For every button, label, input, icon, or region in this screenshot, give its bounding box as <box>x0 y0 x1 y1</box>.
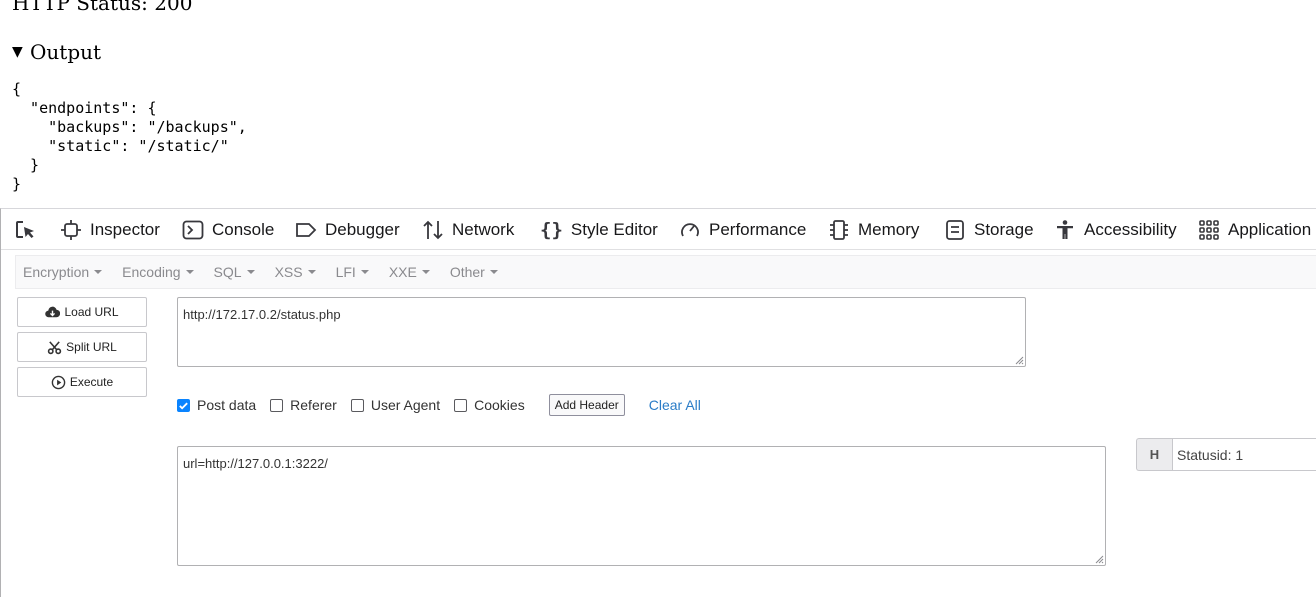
custom-header-group: H <box>1136 438 1316 471</box>
execute-button[interactable]: Execute <box>17 367 147 397</box>
url-textarea[interactable]: http://172.17.0.2/status.php <box>177 297 1026 367</box>
storage-icon <box>946 219 964 240</box>
add-header-button[interactable]: Add Header <box>548 394 625 416</box>
split-url-label: Split URL <box>66 340 117 354</box>
split-url-button[interactable]: Split URL <box>17 332 147 362</box>
tab-style-editor-label: Style Editor <box>570 219 658 239</box>
checkbox-unchecked-icon <box>270 398 284 412</box>
debugger-icon <box>296 222 317 237</box>
menu-xxe-label: XXE <box>388 264 417 280</box>
tab-network[interactable]: Network <box>422 209 514 250</box>
menu-encoding[interactable]: Encoding <box>122 264 194 280</box>
caret-down-icon <box>94 270 103 274</box>
menu-xxe[interactable]: XXE <box>389 264 430 280</box>
tab-console[interactable]: Console <box>182 209 274 250</box>
menu-lfi-label: LFI <box>335 264 356 280</box>
memory-icon <box>830 219 848 240</box>
tab-inspector[interactable]: Inspector <box>60 209 160 250</box>
menu-other-label: Other <box>449 264 485 280</box>
menu-xss-label: XSS <box>274 264 303 280</box>
tab-storage[interactable]: Storage <box>944 209 1034 250</box>
menu-encoding-label: Encoding <box>122 264 181 280</box>
load-url-button[interactable]: Load URL <box>17 297 147 327</box>
caret-down-icon <box>421 270 430 274</box>
tab-storage-label: Storage <box>974 219 1034 239</box>
application-icon <box>1199 219 1219 240</box>
menu-encryption[interactable]: Encryption <box>23 264 103 280</box>
options-row: Post data Referer User Agent Cookies Add… <box>177 393 701 417</box>
accessibility-icon <box>1057 219 1073 239</box>
post-data-label: Post data <box>197 397 257 413</box>
checkbox-unchecked-icon <box>454 398 468 412</box>
header-value-input[interactable] <box>1172 438 1316 471</box>
post-data-textarea[interactable]: url=http://127.0.0.1:3222/ <box>177 446 1106 566</box>
tab-console-label: Console <box>212 219 275 239</box>
referer-label: Referer <box>290 397 337 413</box>
scissors-icon <box>47 340 62 354</box>
play-circle-icon <box>51 375 66 389</box>
menu-sql-label: SQL <box>213 264 242 280</box>
checkbox-checked-icon <box>177 398 190 412</box>
cookies-label: Cookies <box>474 397 525 413</box>
post-data-checkbox[interactable]: Post data <box>177 397 256 413</box>
tab-performance-label: Performance <box>709 219 807 239</box>
network-icon <box>423 220 443 239</box>
checkbox-unchecked-icon <box>350 398 364 412</box>
tab-network-label: Network <box>452 219 515 239</box>
cloud-download-icon <box>45 306 61 317</box>
tab-inspector-label: Inspector <box>90 219 160 239</box>
output-json: { "endpoints": { "backups": "/backups", … <box>12 80 247 193</box>
style-editor-icon: {} <box>540 218 563 241</box>
cookies-checkbox[interactable]: Cookies <box>454 397 525 413</box>
inspector-icon <box>61 219 81 240</box>
menu-sql[interactable]: SQL <box>214 264 255 280</box>
console-icon <box>182 220 204 239</box>
tab-performance[interactable]: Performance <box>679 209 806 250</box>
tab-accessibility-label: Accessibility <box>1084 219 1177 239</box>
tab-application-label: Application <box>1228 219 1312 239</box>
hackbar-menubar: Encryption Encoding SQL XSS LFI XXE Othe… <box>15 255 1316 289</box>
devtools-panel: Inspector Console Debugger Network {} St… <box>0 208 1316 598</box>
load-url-label: Load URL <box>64 305 119 319</box>
disclosure-triangle-icon: ▼ <box>12 44 23 60</box>
hackbar-panel: Encryption Encoding SQL XSS LFI XXE Othe… <box>1 251 1316 598</box>
menu-xss[interactable]: XSS <box>275 264 316 280</box>
user-agent-checkbox[interactable]: User Agent <box>350 397 441 413</box>
tab-memory[interactable]: Memory <box>828 209 919 250</box>
performance-icon <box>681 222 699 236</box>
caret-down-icon <box>489 270 498 274</box>
menu-encryption-label: Encryption <box>23 264 90 280</box>
http-status-heading: HTTP Status: 200 <box>12 0 193 15</box>
caret-down-icon <box>360 270 369 274</box>
tab-application[interactable]: Application <box>1198 209 1311 250</box>
menu-lfi[interactable]: LFI <box>336 264 369 280</box>
caret-down-icon <box>246 270 255 274</box>
tab-debugger-label: Debugger <box>325 219 400 239</box>
referer-checkbox[interactable]: Referer <box>270 397 337 413</box>
tab-style-editor[interactable]: {} Style Editor <box>540 209 658 250</box>
devtools-toolbar: Inspector Console Debugger Network {} St… <box>1 209 1316 250</box>
caret-down-icon <box>185 270 194 274</box>
user-agent-label: User Agent <box>370 397 441 413</box>
tab-memory-label: Memory <box>858 219 920 239</box>
tab-debugger[interactable]: Debugger <box>295 209 400 250</box>
output-label: Output <box>30 40 102 64</box>
execute-label: Execute <box>69 375 114 389</box>
header-tag: H <box>1136 438 1172 471</box>
response-page: HTTP Status: 200 ▼ Output { "endpoints": … <box>0 0 1316 208</box>
element-picker-icon[interactable] <box>13 218 37 242</box>
caret-down-icon <box>307 270 316 274</box>
output-disclosure[interactable]: ▼ Output <box>12 40 101 64</box>
menu-other[interactable]: Other <box>450 264 498 280</box>
tab-accessibility[interactable]: Accessibility <box>1054 209 1177 250</box>
clear-all-link[interactable]: Clear All <box>649 397 701 413</box>
